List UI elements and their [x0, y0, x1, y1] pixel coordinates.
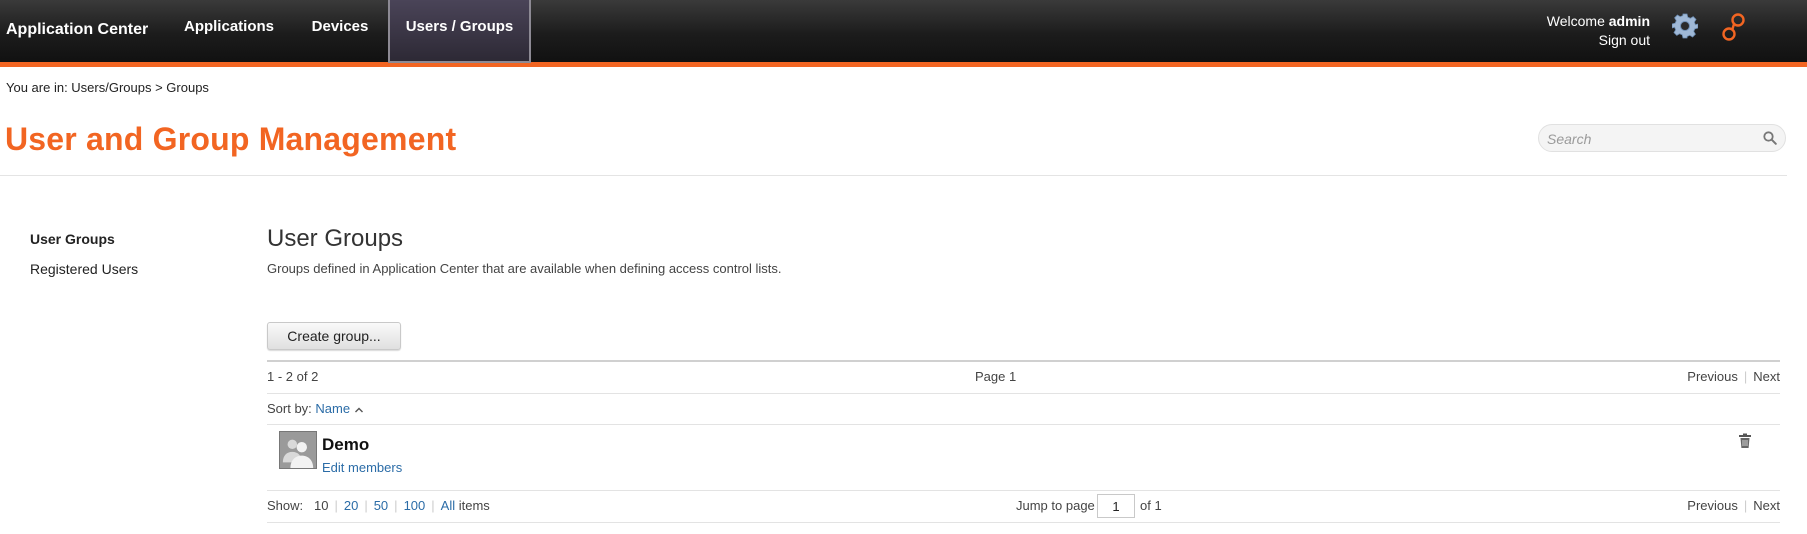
create-group-button[interactable]: Create group...	[267, 322, 401, 350]
pager-separator: |	[1743, 498, 1748, 513]
page-size-10[interactable]: 10	[314, 498, 328, 513]
tab-devices[interactable]: Devices	[296, 0, 384, 63]
page-size-separator: |	[364, 498, 368, 513]
page-size-separator: |	[431, 498, 435, 513]
page-size-100[interactable]: 100	[404, 498, 426, 513]
page-size-all[interactable]: All	[441, 498, 455, 513]
welcome-text: Welcome	[1546, 13, 1605, 29]
jump-to-page-input[interactable]	[1097, 494, 1135, 518]
page-size-20[interactable]: 20	[344, 498, 358, 513]
next-page-link[interactable]: Next	[1753, 498, 1780, 513]
page-size-50[interactable]: 50	[374, 498, 388, 513]
sort-by-name-link[interactable]: Name	[315, 401, 350, 416]
previous-page-link[interactable]: Previous	[1687, 369, 1738, 384]
jump-to-page-label: Jump to page	[1016, 498, 1095, 513]
result-range: 1 - 2 of 2	[267, 369, 319, 384]
title-divider	[0, 175, 1787, 176]
breadcrumb: You are in: Users/Groups > Groups	[6, 80, 209, 95]
gear-icon[interactable]	[1672, 13, 1698, 39]
chevron-up-icon[interactable]	[354, 405, 364, 415]
page-indicator: Page 1	[975, 369, 1017, 384]
section-title: User Groups	[267, 225, 404, 252]
page-title: User and Group Management	[5, 121, 457, 157]
page-size-selector: Show: 10 | 20 | 50 | 100 | All items	[267, 498, 490, 513]
trash-icon[interactable]	[1738, 433, 1752, 449]
divider	[267, 424, 1780, 425]
section-description: Groups defined in Application Center tha…	[267, 261, 782, 276]
group-name[interactable]: Demo	[322, 435, 369, 455]
items-label: items	[458, 498, 490, 513]
divider	[267, 393, 1780, 394]
list-top-divider	[267, 360, 1780, 362]
pager-separator: |	[1743, 369, 1748, 384]
brand-logo-icon	[1722, 13, 1745, 41]
app-title[interactable]: Application Center	[6, 21, 148, 39]
divider	[267, 490, 1780, 491]
bottom-pager: Previous | Next	[1687, 498, 1780, 513]
tab-users-groups[interactable]: Users / Groups	[388, 0, 531, 63]
group-avatar-icon	[279, 431, 317, 469]
list-bottom-divider	[267, 522, 1780, 523]
sort-row: Sort by: Name	[267, 401, 364, 416]
welcome-block: Welcome admin Sign out	[1547, 12, 1650, 50]
search-box	[1538, 124, 1786, 152]
page-size-separator: |	[394, 498, 398, 513]
top-navigation-bar: Application Center Applications Devices …	[0, 0, 1807, 67]
top-pager: Previous | Next	[1687, 369, 1780, 384]
next-page-link[interactable]: Next	[1753, 369, 1780, 384]
sign-out-link[interactable]: Sign out	[1547, 31, 1650, 50]
search-input[interactable]	[1547, 129, 1747, 149]
search-icon[interactable]	[1763, 131, 1777, 145]
show-label: Show:	[267, 498, 304, 513]
sort-label: Sort by:	[267, 401, 312, 416]
total-pages-label: of 1	[1140, 498, 1162, 513]
username: admin	[1608, 13, 1650, 29]
previous-page-link[interactable]: Previous	[1687, 498, 1738, 513]
page-size-separator: |	[334, 498, 338, 513]
tab-applications[interactable]: Applications	[171, 0, 287, 63]
sidebar-item-registered-users[interactable]: Registered Users	[30, 261, 138, 277]
sidebar-item-user-groups[interactable]: User Groups	[30, 231, 115, 247]
edit-members-link[interactable]: Edit members	[322, 460, 402, 475]
